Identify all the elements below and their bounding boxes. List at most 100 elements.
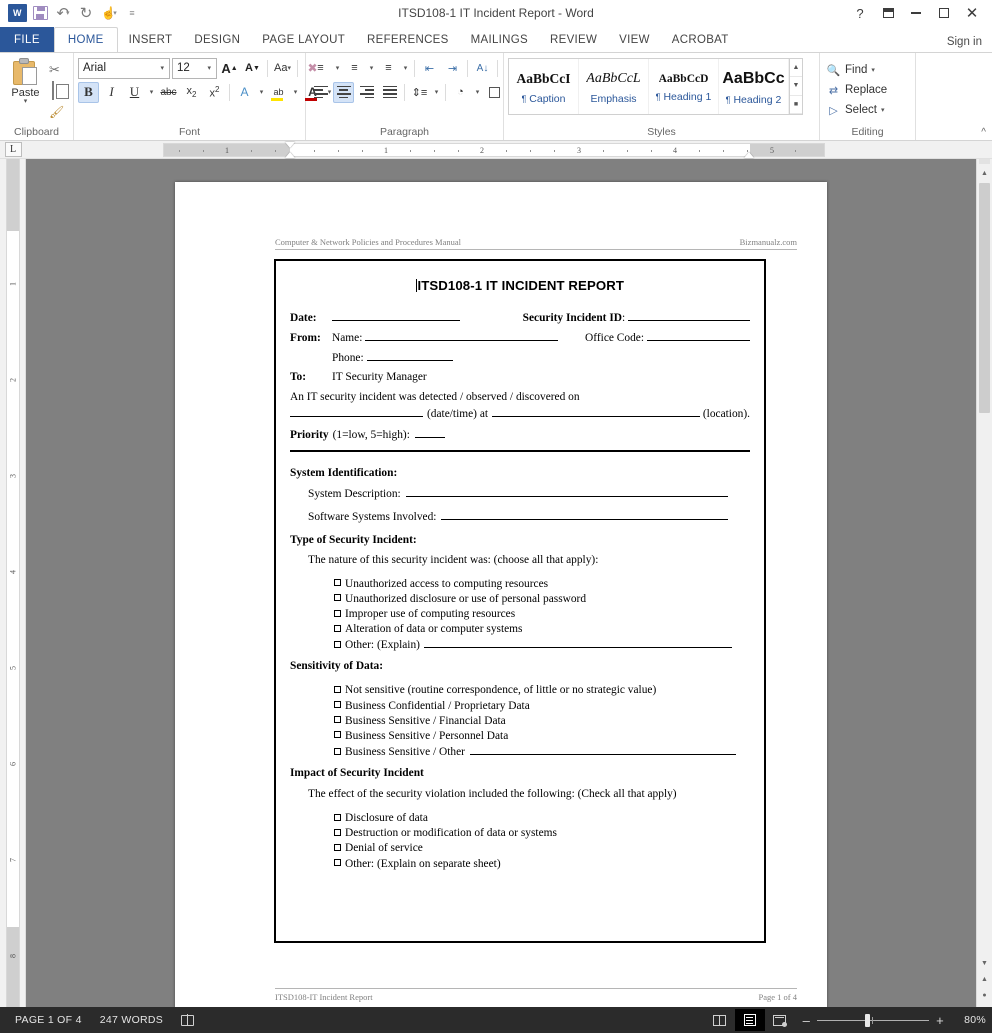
zoom-out-button[interactable]: – [803,1014,811,1027]
tab-mailings[interactable]: MAILINGS [460,27,539,52]
checkbox-item[interactable]: Business Sensitive / Other [290,744,750,760]
print-layout-icon[interactable] [735,1009,765,1031]
redo-icon[interactable]: ↻ [75,3,97,23]
page-indicator[interactable]: PAGE 1 OF 4 [6,1007,91,1033]
sign-in-link[interactable]: Sign in [947,36,992,52]
sensitivity-other-input-line[interactable] [470,744,736,755]
date-input-line[interactable] [332,310,460,321]
checkbox-item[interactable]: Not sensitive (routine correspondence, o… [290,683,750,698]
line-spacing-button[interactable]: ⇕≡ [409,82,430,103]
chevron-down-icon[interactable]: ▾ [157,64,167,72]
zoom-level[interactable]: 80% [952,1014,986,1026]
styles-scroll-down-icon[interactable]: ▼ [790,77,802,95]
web-layout-icon[interactable] [765,1009,795,1031]
grow-font-button[interactable]: A▲ [219,58,240,79]
underline-button[interactable]: U [124,82,145,103]
word-count[interactable]: 247 WORDS [91,1007,172,1033]
priority-input-line[interactable] [415,427,445,438]
tab-page-layout[interactable]: PAGE LAYOUT [251,27,356,52]
shading-button[interactable]: ◔ [450,82,471,103]
decrease-indent-button[interactable]: ⇤ [419,58,440,79]
checkbox-item[interactable]: Unauthorized disclosure or use of person… [290,592,750,607]
ribbon-display-options-icon[interactable] [874,1,902,25]
scroll-up-icon[interactable]: ▲ [977,165,992,181]
document-page[interactable]: Computer & Network Policies and Procedur… [175,182,827,1007]
save-icon[interactable] [29,3,51,23]
style-caption[interactable]: AaBbCcI ¶ Caption [509,59,579,114]
text-effects-button[interactable]: A [234,82,255,103]
help-icon[interactable]: ? [846,1,874,25]
proofing-errors-icon[interactable] [172,1007,203,1033]
zoom-slider-thumb[interactable] [865,1014,870,1027]
scrollbar-thumb[interactable] [979,183,990,413]
right-indent-marker[interactable] [744,152,754,158]
close-icon[interactable]: ✕ [958,1,986,25]
style-emphasis[interactable]: AaBbCcL Emphasis [579,59,649,114]
vertical-ruler[interactable]: 1 2 3 4 5 6 7 8 [0,159,26,1007]
office-code-input-line[interactable] [647,330,750,341]
subscript-button[interactable]: x2 [181,82,202,103]
tab-acrobat[interactable]: ACROBAT [661,27,740,52]
replace-button[interactable]: ⇄ Replace [824,80,887,100]
tab-view[interactable]: VIEW [608,27,661,52]
read-mode-icon[interactable] [705,1009,735,1031]
hanging-indent-marker[interactable] [285,152,295,158]
name-input-line[interactable] [365,330,558,341]
tab-review[interactable]: REVIEW [539,27,608,52]
browse-object-icon[interactable]: ● [977,987,992,1003]
page-canvas[interactable]: Computer & Network Policies and Procedur… [26,159,976,1007]
checkbox-item[interactable]: Unauthorized access to computing resourc… [290,577,750,592]
style-heading-1[interactable]: AaBbCcD ¶ Heading 1 [649,59,719,114]
highlight-dropdown-icon[interactable]: ▾ [291,82,300,103]
checkbox-item[interactable]: Improper use of computing resources [290,607,750,622]
incident-location-input-line[interactable] [492,406,700,417]
tab-references[interactable]: REFERENCES [356,27,460,52]
split-window-handle[interactable] [979,159,990,164]
line-spacing-dropdown-icon[interactable]: ▾ [432,82,441,103]
bold-button[interactable]: B [78,82,99,103]
checkbox-item[interactable]: Denial of service [290,841,750,856]
vertical-scrollbar[interactable]: ▲ ▼ ▲ ● [976,159,992,1007]
system-description-input-line[interactable] [406,486,728,497]
tab-design[interactable]: DESIGN [183,27,251,52]
borders-button[interactable] [484,82,505,103]
strikethrough-button[interactable]: abc [158,82,179,103]
italic-button[interactable]: I [101,82,122,103]
word-app-icon[interactable]: W [6,3,28,23]
minimize-icon[interactable] [902,1,930,25]
chevron-down-icon[interactable]: ▾ [871,66,875,74]
increase-indent-button[interactable]: ⇥ [442,58,463,79]
align-center-button[interactable] [333,82,354,103]
incident-datetime-input-line[interactable] [290,406,423,417]
zoom-slider[interactable] [817,1020,929,1021]
bullets-dropdown-icon[interactable]: ▾ [333,58,342,79]
checkbox-item[interactable]: Disclosure of data [290,811,750,826]
checkbox-item[interactable]: Destruction or modification of data or s… [290,826,750,841]
page-header[interactable]: Computer & Network Policies and Procedur… [275,237,797,250]
select-button[interactable]: ▷ Select ▾ [824,100,884,120]
zoom-in-button[interactable]: + [936,1014,944,1027]
format-painter-button[interactable]: 🖌 [49,103,69,120]
text-effects-dropdown-icon[interactable]: ▾ [257,82,266,103]
justify-button[interactable] [379,82,400,103]
previous-page-icon[interactable]: ▲ [977,971,992,987]
style-heading-2[interactable]: AaBbCc ¶ Heading 2 [719,59,789,114]
ruler-track[interactable]: 1 1 2 3 4 5 [163,143,825,157]
undo-icon[interactable]: ↶▾ [52,3,74,23]
bullets-button[interactable]: ≡ [310,58,331,79]
checkbox-item[interactable]: Business Sensitive / Personnel Data [290,729,750,744]
scroll-down-icon[interactable]: ▼ [977,955,992,971]
maximize-icon[interactable] [930,1,958,25]
checkbox-item[interactable]: Alteration of data or computer systems [290,622,750,637]
tab-insert[interactable]: INSERT [118,27,184,52]
shading-dropdown-icon[interactable]: ▾ [473,82,482,103]
styles-more-icon[interactable]: ■ [790,96,802,114]
find-button[interactable]: 🔍 Find ▾ [824,60,875,80]
text-highlight-button[interactable]: ab [268,82,289,103]
align-left-button[interactable] [310,82,331,103]
checkbox-item[interactable]: Business Sensitive / Financial Data [290,714,750,729]
checkbox-item[interactable]: Business Confidential / Proprietary Data [290,699,750,714]
chevron-down-icon[interactable]: ▾ [204,64,214,72]
superscript-button[interactable]: x2 [204,82,225,103]
underline-dropdown-icon[interactable]: ▾ [147,82,156,103]
